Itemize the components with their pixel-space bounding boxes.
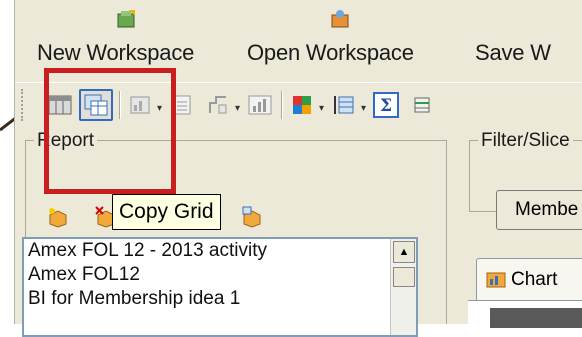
list-scrollbar[interactable]: ▲: [390, 239, 416, 335]
workspace-bar: New Workspace Open Workspace Save W: [15, 0, 582, 72]
report-list[interactable]: Amex FOL 12 - 2013 activity Amex FOL12 B…: [22, 237, 418, 337]
chart-tab-label: Chart: [511, 269, 558, 290]
copy-report-icon[interactable]: [240, 205, 264, 229]
list-item[interactable]: Amex FOL 12 - 2013 activity: [24, 239, 416, 263]
row-height-dropdown-icon[interactable]: ▾: [361, 103, 366, 114]
tab-chart[interactable]: Chart: [476, 258, 582, 302]
color-icon: [293, 96, 311, 114]
pivot-dropdown-icon[interactable]: ▾: [235, 103, 240, 114]
sigma-icon: Σ: [373, 92, 399, 118]
chart-tab-icon: [486, 272, 506, 288]
more-button[interactable]: [407, 89, 441, 121]
copy-grid-tooltip: Copy Grid: [112, 194, 221, 230]
new-report-icon[interactable]: [46, 205, 70, 229]
chart-preview: [490, 308, 582, 328]
color-button[interactable]: [285, 89, 319, 121]
pivot-icon: [209, 96, 227, 114]
row-height-button[interactable]: [327, 89, 361, 121]
member-button[interactable]: Membe: [496, 190, 582, 230]
scroll-up-icon[interactable]: ▲: [393, 241, 415, 263]
save-workspace-label: Save W: [475, 40, 551, 65]
list-item[interactable]: BI for Membership idea 1: [24, 287, 416, 311]
new-workspace-label: New Workspace: [37, 40, 195, 65]
scroll-thumb[interactable]: [393, 267, 415, 287]
highlight-annotation: [44, 68, 176, 194]
filter-panel-title: Filter/Slice: [478, 130, 573, 152]
pivot-button[interactable]: [201, 89, 235, 121]
open-workspace-label: Open Workspace: [247, 40, 414, 65]
new-workspace-icon: [117, 10, 135, 28]
more-icon: [414, 97, 430, 113]
toolbar-separator: [281, 91, 283, 119]
svg-text:Σ: Σ: [380, 96, 392, 116]
bar-chart-button[interactable]: [243, 89, 277, 121]
sum-button[interactable]: Σ: [369, 89, 403, 121]
open-workspace-icon: [331, 10, 349, 28]
color-dropdown-icon[interactable]: ▾: [319, 103, 324, 114]
bar-chart-icon: [248, 95, 272, 115]
row-height-icon: [334, 96, 354, 114]
toolbar-grip[interactable]: [21, 89, 25, 121]
list-item[interactable]: Amex FOL12: [24, 263, 416, 287]
